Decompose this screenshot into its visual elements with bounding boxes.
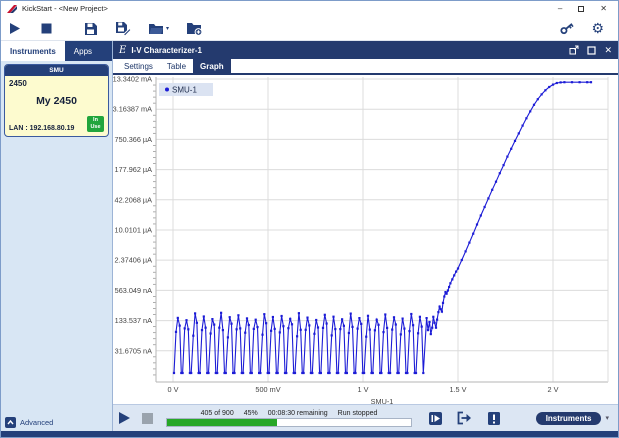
save-as-icon [115, 20, 131, 36]
document-window: E I-V Characterizer-1 ✕ Settings Table G… [113, 41, 618, 431]
window-bottom-edge [1, 431, 618, 437]
kickstart-window: KickStart - <New Project> – ✕ [0, 0, 619, 438]
instrument-type: SMU [5, 65, 108, 76]
tab-apps[interactable]: Apps [65, 41, 101, 61]
instrument-name: My 2450 [9, 95, 104, 107]
error-log-button[interactable] [487, 411, 501, 426]
graph-panel: 13.3402 mA 3.16387 mA 750.366 µA 177.962 µA… [113, 73, 618, 404]
export-data-button[interactable] [457, 411, 473, 426]
progress-remaining: 00:08:30 remaining [268, 410, 328, 417]
run-state: Run stopped [338, 410, 378, 417]
x-tick-label: 1.5 V [449, 385, 466, 394]
new-project-button[interactable] [186, 21, 203, 36]
play-box-icon [428, 411, 443, 426]
tab-table[interactable]: Table [160, 59, 193, 73]
y-tick-label: 750.366 µA [115, 135, 153, 144]
titlebar: KickStart - <New Project> – ✕ [1, 1, 618, 16]
save-icon [83, 21, 98, 36]
main-toolbar: ▾ ⚙ [1, 16, 618, 41]
save-project-button[interactable] [83, 21, 98, 36]
run-status-bar: 405 of 900 45% 00:08:30 remaining Run st… [113, 404, 618, 431]
advanced-row: Advanced [1, 413, 112, 431]
popout-icon[interactable] [569, 45, 579, 55]
legend[interactable]: SMU-1 [159, 83, 213, 96]
iv-chart: 13.3402 mA 3.16387 mA 750.366 µA 177.962 µA… [113, 75, 615, 404]
iv-characterizer-app-icon: E [119, 45, 126, 56]
instrument-card[interactable]: SMU 2450 My 2450 LAN : 192.168.80.19 In … [4, 64, 109, 137]
y-tick-label: 133.537 nA [115, 316, 152, 325]
license-key-button[interactable] [559, 20, 575, 36]
minimize-button[interactable]: – [558, 4, 562, 13]
progress-fill [167, 419, 277, 426]
y-tick-label: 3.16387 mA [113, 105, 152, 114]
exclamation-icon [487, 411, 501, 426]
instrument-model: 2450 [9, 79, 104, 88]
legend-marker [165, 88, 169, 92]
y-tick-label: 2.37406 µA [115, 256, 153, 265]
x-axis-title: SMU-1 [371, 397, 394, 404]
settings-gear-icon[interactable]: ⚙ [591, 21, 604, 35]
y-tick-label: 177.962 µA [115, 165, 153, 174]
document-titlebar: E I-V Characterizer-1 ✕ [113, 41, 618, 59]
tab-settings[interactable]: Settings [117, 59, 160, 73]
export-icon [457, 411, 473, 425]
open-folder-icon [148, 21, 164, 35]
run-project-button[interactable] [7, 21, 22, 36]
document-title: I-V Characterizer-1 [131, 46, 202, 55]
run-button[interactable] [118, 411, 131, 425]
sidebar-tabs: Instruments Apps [1, 41, 112, 61]
instruments-caret-icon[interactable]: ▾ [605, 414, 609, 422]
save-project-as-button[interactable] [115, 20, 131, 36]
key-icon [559, 20, 575, 36]
window-title: KickStart - <New Project> [22, 4, 108, 13]
kickstart-logo-icon [6, 4, 18, 14]
new-folder-icon [186, 21, 203, 36]
instrument-connection: LAN : 192.168.80.19 [9, 125, 74, 132]
document-tabs: Settings Table Graph [113, 59, 618, 73]
progress-count: 405 of 900 [201, 410, 234, 417]
open-project-button[interactable]: ▾ [148, 21, 169, 35]
maximize-button[interactable] [578, 6, 584, 12]
doc-close-icon[interactable]: ✕ [604, 46, 612, 55]
play-icon [118, 411, 131, 425]
series-markers [173, 81, 592, 374]
x-tick-label: 500 mV [255, 385, 280, 394]
in-use-badge: In Use [87, 116, 104, 132]
x-tick-label: 1 V [358, 385, 369, 394]
y-tick-label: 13.3402 mA [113, 75, 152, 84]
abort-button[interactable] [141, 412, 154, 425]
instruments-button[interactable]: Instruments [536, 412, 602, 425]
y-tick-label: 42.2068 µA [115, 195, 153, 204]
advanced-label: Advanced [20, 418, 53, 427]
stop-icon [39, 21, 54, 36]
doc-maximize-icon[interactable] [587, 46, 596, 55]
tab-instruments[interactable]: Instruments [1, 41, 65, 61]
tab-graph[interactable]: Graph [193, 59, 231, 73]
run-script-button[interactable] [428, 411, 443, 426]
stop-project-button[interactable] [39, 21, 54, 36]
y-tick-label: 10.0101 µA [115, 225, 153, 234]
progress-percent: 45% [244, 410, 258, 417]
open-caret-icon: ▾ [166, 25, 169, 32]
y-tick-label: 563.049 nA [115, 286, 152, 295]
sidebar: Instruments Apps SMU 2450 My 2450 LAN : … [1, 41, 113, 431]
x-tick-label: 2 V [548, 385, 559, 394]
close-button[interactable]: ✕ [600, 4, 607, 13]
y-tick-label: 31.6705 nA [115, 346, 152, 355]
x-tick-label: 0 V [168, 385, 179, 394]
legend-label: SMU-1 [172, 86, 197, 95]
run-progress: 405 of 900 45% 00:08:30 remaining Run st… [166, 410, 412, 427]
chevron-up-icon [7, 420, 14, 425]
progress-bar [166, 418, 412, 427]
advanced-toggle-button[interactable] [5, 417, 16, 428]
stop-icon [141, 412, 154, 425]
play-icon [7, 21, 22, 36]
